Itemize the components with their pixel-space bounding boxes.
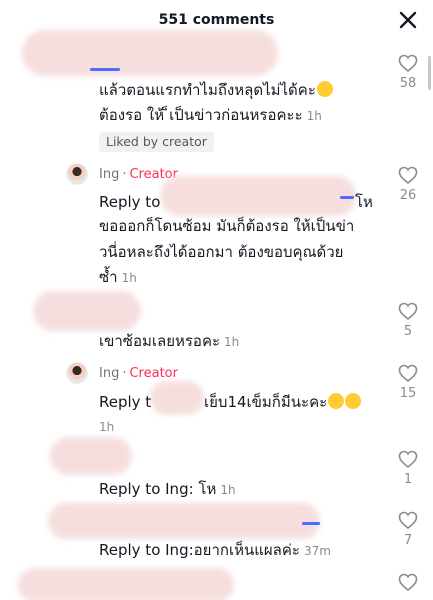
heart-outline-icon	[398, 573, 418, 591]
redaction-mark	[90, 68, 120, 71]
avatar[interactable]	[66, 163, 88, 185]
like-button[interactable]	[396, 166, 420, 184]
comment-line: วนี่อหละถึงได้ออกมา ต้องขอบคุณด้วย	[99, 243, 344, 261]
comment-timestamp: 1h	[220, 483, 236, 497]
tears-of-joy-emoji-icon	[345, 393, 362, 409]
comment-line: ขอออกก็โดนซ้อม มันก็ต้องรอ ให้เป็นข่า	[99, 217, 355, 235]
like-count: 5	[403, 324, 413, 339]
heart-outline-icon	[398, 364, 418, 382]
comment-timestamp: 1h	[99, 420, 115, 434]
avatar[interactable]	[66, 362, 88, 384]
separator-dot: ·	[122, 166, 127, 182]
liked-by-creator-badge: Liked by creator	[99, 132, 214, 152]
scrollbar[interactable]	[428, 56, 431, 90]
comment-text: ต้องรอ ให้ ็เป็นข่าวก่อนหรอคะะ 1h	[99, 103, 322, 128]
comment-text: ซ้ำ 1h	[99, 265, 137, 290]
comment-text: แล้วตอนแรกทำไมถึงหลุดไม่ได้คะ	[99, 78, 333, 102]
comment-author-row: Ing · Creator	[66, 163, 178, 185]
close-icon[interactable]	[397, 9, 419, 31]
like-button[interactable]	[396, 54, 420, 72]
redaction-mark	[302, 522, 320, 525]
comment-line: Reply to Ing: โห	[99, 480, 217, 498]
redacted-username	[18, 568, 234, 600]
comment-line: แล้วตอนแรกทำไมถึงหลุดไม่ได้คะ	[99, 81, 316, 99]
comment-line: เขาซ้อมเลยหรอคะ	[99, 332, 221, 350]
like-count: 26	[399, 188, 417, 203]
comment-timestamp: 1h	[121, 271, 137, 285]
like-button[interactable]	[396, 573, 420, 591]
like-button[interactable]	[396, 511, 420, 529]
like-button[interactable]	[396, 450, 420, 468]
separator-dot: ·	[122, 365, 127, 381]
redacted-username	[50, 437, 132, 475]
author-name[interactable]: Ing	[99, 167, 119, 182]
comment-text: Reply to Ing: โห 1h	[99, 477, 236, 502]
like-count: 58	[399, 76, 417, 91]
like-button[interactable]	[396, 302, 420, 320]
like-count: 15	[399, 386, 417, 401]
redacted-username	[150, 381, 204, 415]
comment-line: เย็บ14เข็มก็มีนะคะ	[204, 393, 328, 411]
redaction-mark	[340, 196, 354, 199]
heart-outline-icon	[398, 166, 418, 184]
heart-outline-icon	[398, 450, 418, 468]
creator-label: Creator	[129, 365, 178, 381]
comment-timestamp: 37m	[303, 544, 331, 558]
heart-outline-icon	[398, 54, 418, 72]
comment-text: Reply to Ing:อยากเห็นแผลค่ะ 37m	[99, 538, 331, 563]
like-count: 1	[403, 472, 413, 487]
comment-line: โห	[355, 193, 373, 211]
like-button[interactable]	[396, 364, 420, 382]
comment-line: ซ้ำ	[99, 268, 118, 286]
comments-count-title: 551 comments	[158, 12, 275, 28]
comment-author-row: Ing · Creator	[66, 362, 178, 384]
like-count: 7	[403, 533, 413, 548]
author-name[interactable]: Ing	[99, 366, 119, 381]
comment-text: เย็บ14เข็มก็มีนะคะ	[204, 390, 362, 414]
redacted-username	[33, 291, 141, 331]
heart-outline-icon	[398, 511, 418, 529]
comment-line: Reply to Ing:อยากเห็นแผลค่ะ	[99, 541, 300, 559]
comment-timestamp: 1h	[306, 109, 322, 123]
reply-prefix[interactable]: Reply to	[99, 190, 160, 214]
comment-text: เขาซ้อมเลยหรอคะ 1h	[99, 329, 239, 354]
tears-of-joy-emoji-icon	[328, 393, 345, 409]
reply-prefix[interactable]: Reply t	[99, 390, 151, 414]
redacted-username	[48, 503, 320, 539]
redacted-username	[22, 30, 278, 76]
heart-outline-icon	[398, 302, 418, 320]
flushed-emoji-icon	[316, 81, 333, 97]
comment-timestamp: 1h	[224, 335, 240, 349]
redacted-username	[160, 176, 356, 216]
comment-line: ต้องรอ ให้ ็เป็นข่าวก่อนหรอคะะ	[99, 106, 303, 124]
comment-timestamp-row: 1h	[95, 414, 114, 439]
